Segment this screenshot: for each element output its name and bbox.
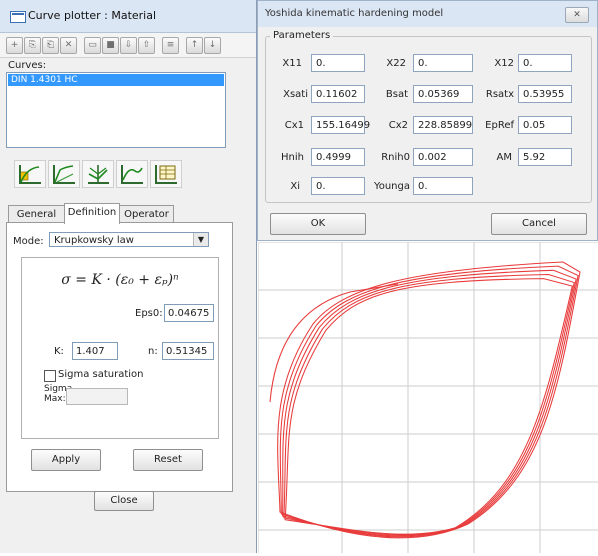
param-label-xsati: Xsati xyxy=(283,89,308,100)
param-label-x22: X22 xyxy=(386,58,406,69)
param-field-xi[interactable]: 0. xyxy=(311,177,365,195)
export-icon[interactable]: ⇧ xyxy=(138,37,155,54)
curve-plotter-title: Curve plotter : Material xyxy=(28,9,157,22)
tab-definition[interactable]: Definition xyxy=(64,203,120,224)
param-field-hnih[interactable]: 0.4999 xyxy=(311,148,365,166)
ok-button[interactable]: OK xyxy=(270,213,366,235)
param-field-xsati[interactable]: 0.11602 xyxy=(311,85,365,103)
n-field[interactable]: 0.51345 xyxy=(162,342,214,360)
duplicate-curve-icon[interactable]: ⎗ xyxy=(42,37,59,54)
hysteresis-loop xyxy=(279,265,579,538)
curve-type-button-1[interactable] xyxy=(14,160,46,188)
hysteresis-plot[interactable] xyxy=(257,241,598,553)
import-icon[interactable]: ⇩ xyxy=(120,37,137,54)
new-curve-icon[interactable]: + xyxy=(6,37,23,54)
definition-panel: Mode: Krupkowsky law ▼ σ = K · (ε₀ + εₚ)… xyxy=(6,222,233,492)
param-label-x12: X12 xyxy=(494,58,514,69)
yoshida-title: Yoshida kinematic hardening model xyxy=(265,8,444,19)
plot-canvas xyxy=(257,241,598,553)
curve-type-button-2[interactable] xyxy=(48,160,80,188)
param-field-bsat[interactable]: 0.05369 xyxy=(413,85,473,103)
tab-general[interactable]: General xyxy=(8,205,65,223)
eps0-label: Eps0: xyxy=(135,308,163,319)
param-label-rnih0: Rnih0 xyxy=(381,152,410,163)
chevron-down-icon[interactable]: ▼ xyxy=(193,233,208,246)
curve-plotter-titlebar[interactable]: Curve plotter : Material xyxy=(0,0,256,33)
param-field-cx1[interactable]: 155.16499 xyxy=(311,116,370,134)
yield-locus-icon xyxy=(88,165,109,184)
close-icon[interactable]: ✕ xyxy=(565,7,589,23)
save-icon[interactable]: ■ xyxy=(102,37,119,54)
plot-grid xyxy=(257,241,598,553)
param-label-cx2: Cx2 xyxy=(388,120,408,131)
param-label-rsatx: Rsatx xyxy=(485,89,514,100)
sigma-saturation-checkbox[interactable] xyxy=(44,370,56,382)
parameters-label: Parameters xyxy=(270,30,334,41)
param-field-rsatx[interactable]: 0.53955 xyxy=(518,85,572,103)
param-field-x11[interactable]: 0. xyxy=(311,54,365,72)
apply-button[interactable]: Apply xyxy=(31,449,101,471)
param-label-x11: X11 xyxy=(282,58,302,69)
cancel-button[interactable]: Cancel xyxy=(491,213,587,235)
param-field-younga[interactable]: 0. xyxy=(413,177,473,195)
param-label-bsat: Bsat xyxy=(385,89,408,100)
param-field-rnih0[interactable]: 0.002 xyxy=(413,148,473,166)
param-field-x22[interactable]: 0. xyxy=(413,54,473,72)
sigma-max-field[interactable] xyxy=(66,388,128,405)
mode-label: Mode: xyxy=(13,236,44,247)
param-field-epref[interactable]: 0.05 xyxy=(518,116,572,134)
param-field-cx2[interactable]: 228.85899 xyxy=(413,116,473,134)
table-curve-icon xyxy=(155,165,177,184)
window-icon xyxy=(10,11,26,23)
close-button[interactable]: Close xyxy=(94,491,154,511)
curves-list[interactable]: DIN 1.4301 HC xyxy=(6,72,226,148)
toolbar: + ⎘ ⎗ ✕ ▭ ■ ⇩ ⇧ ≡ ↑ ↓ xyxy=(0,33,256,58)
mode-value: Krupkowsky law xyxy=(54,235,134,246)
hysteresis-loop xyxy=(284,278,573,535)
sort-ascending-icon[interactable]: ↑ xyxy=(186,37,203,54)
yoshida-titlebar[interactable]: Yoshida kinematic hardening model ✕ xyxy=(258,1,597,27)
open-icon[interactable]: ▭ xyxy=(84,37,101,54)
tab-operator[interactable]: Operator xyxy=(119,205,174,223)
properties-icon[interactable]: ≡ xyxy=(162,37,179,54)
n-label: n: xyxy=(148,346,158,357)
yoshida-dialog: Yoshida kinematic hardening model ✕ Para… xyxy=(257,0,598,241)
sigma-saturation-label: Sigma saturation xyxy=(58,369,144,380)
param-label-am: AM xyxy=(496,152,512,163)
hysteresis-loops xyxy=(269,261,581,539)
param-label-xi: Xi xyxy=(290,181,300,192)
curves-label: Curves: xyxy=(8,60,47,71)
hardening-curve-icon xyxy=(53,165,75,184)
k-label: K: xyxy=(54,346,64,357)
sort-descending-icon[interactable]: ↓ xyxy=(204,37,221,54)
curve-type-button-5[interactable] xyxy=(150,160,182,188)
formula-box: σ = K · (ε₀ + εₚ)ⁿ Eps0: 0.04675 K: 1.40… xyxy=(21,257,219,439)
param-label-hnih: Hnih xyxy=(281,152,304,163)
param-field-x12[interactable]: 0. xyxy=(518,54,572,72)
curve-plotter-window: Curve plotter : Material + ⎘ ⎗ ✕ ▭ ■ ⇩ ⇧… xyxy=(0,0,257,553)
copy-curve-icon[interactable]: ⎘ xyxy=(24,37,41,54)
sigma-max-label-line2: Max: xyxy=(44,394,66,404)
reset-button[interactable]: Reset xyxy=(133,449,203,471)
eps0-field[interactable]: 0.04675 xyxy=(164,304,214,322)
curve-type-button-3[interactable] xyxy=(82,160,114,188)
delete-curve-icon[interactable]: ✕ xyxy=(60,37,77,54)
list-item[interactable]: DIN 1.4301 HC xyxy=(8,74,224,86)
krupkowsky-formula: σ = K · (ε₀ + εₚ)ⁿ xyxy=(61,272,179,288)
param-label-younga: Younga xyxy=(373,181,410,192)
mode-select[interactable]: Krupkowsky law ▼ xyxy=(49,232,209,247)
k-field[interactable]: 1.407 xyxy=(72,342,118,360)
param-label-epref: EpRef xyxy=(485,120,514,131)
flc-curve-icon xyxy=(121,165,143,184)
stress-strain-icon xyxy=(19,165,41,184)
param-field-am[interactable]: 5.92 xyxy=(518,148,572,166)
curve-type-button-4[interactable] xyxy=(116,160,148,188)
param-label-cx1: Cx1 xyxy=(284,120,304,131)
